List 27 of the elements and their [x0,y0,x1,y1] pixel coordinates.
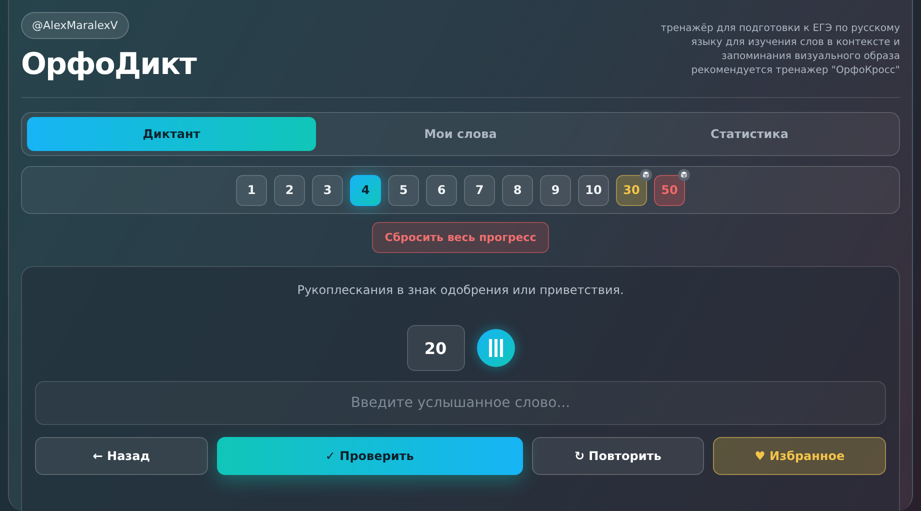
app-title: ОрфоДикт [21,47,196,82]
app-description: тренажёр для подготовки к ЕГЭ по русскому языку для изучения слов в контексте и запоминания визуального образа рекомендуется тренажер "ОрфоКросс" [660,22,900,78]
level-button[interactable]: 1 [236,174,267,206]
level-button[interactable]: 9 [540,174,571,206]
cube-icon [678,168,690,180]
level-button[interactable]: 8 [502,174,533,206]
cube-icon [640,168,652,180]
level-button[interactable]: 3 [312,174,343,206]
tab[interactable]: Мои слова [316,117,605,151]
level-button[interactable]: 2 [274,174,305,206]
action-button[interactable]: ♥ Избранное [713,437,886,475]
tab[interactable]: Статистика [605,117,894,151]
word-counter: 20 [406,325,464,371]
action-button[interactable]: ↻ Повторить [532,437,704,475]
action-button[interactable]: ← Назад [35,437,208,475]
play-button[interactable] [476,329,514,367]
bars-icon [488,339,502,357]
word-definition: Рукоплескания в знак одобрения или приветствия. [296,283,625,297]
level-button[interactable]: 5 [388,174,419,206]
tab[interactable]: Диктант [27,117,316,151]
level-button[interactable]: 6 [426,174,457,206]
level-button[interactable]: 10 [578,174,609,206]
level-button[interactable]: 30 [616,174,647,206]
level-button[interactable]: 4 [350,174,381,206]
action-button[interactable]: ✓ Проверить [216,437,522,475]
level-button[interactable]: 7 [464,174,495,206]
author-tag: @AlexMaralexV [21,12,129,39]
